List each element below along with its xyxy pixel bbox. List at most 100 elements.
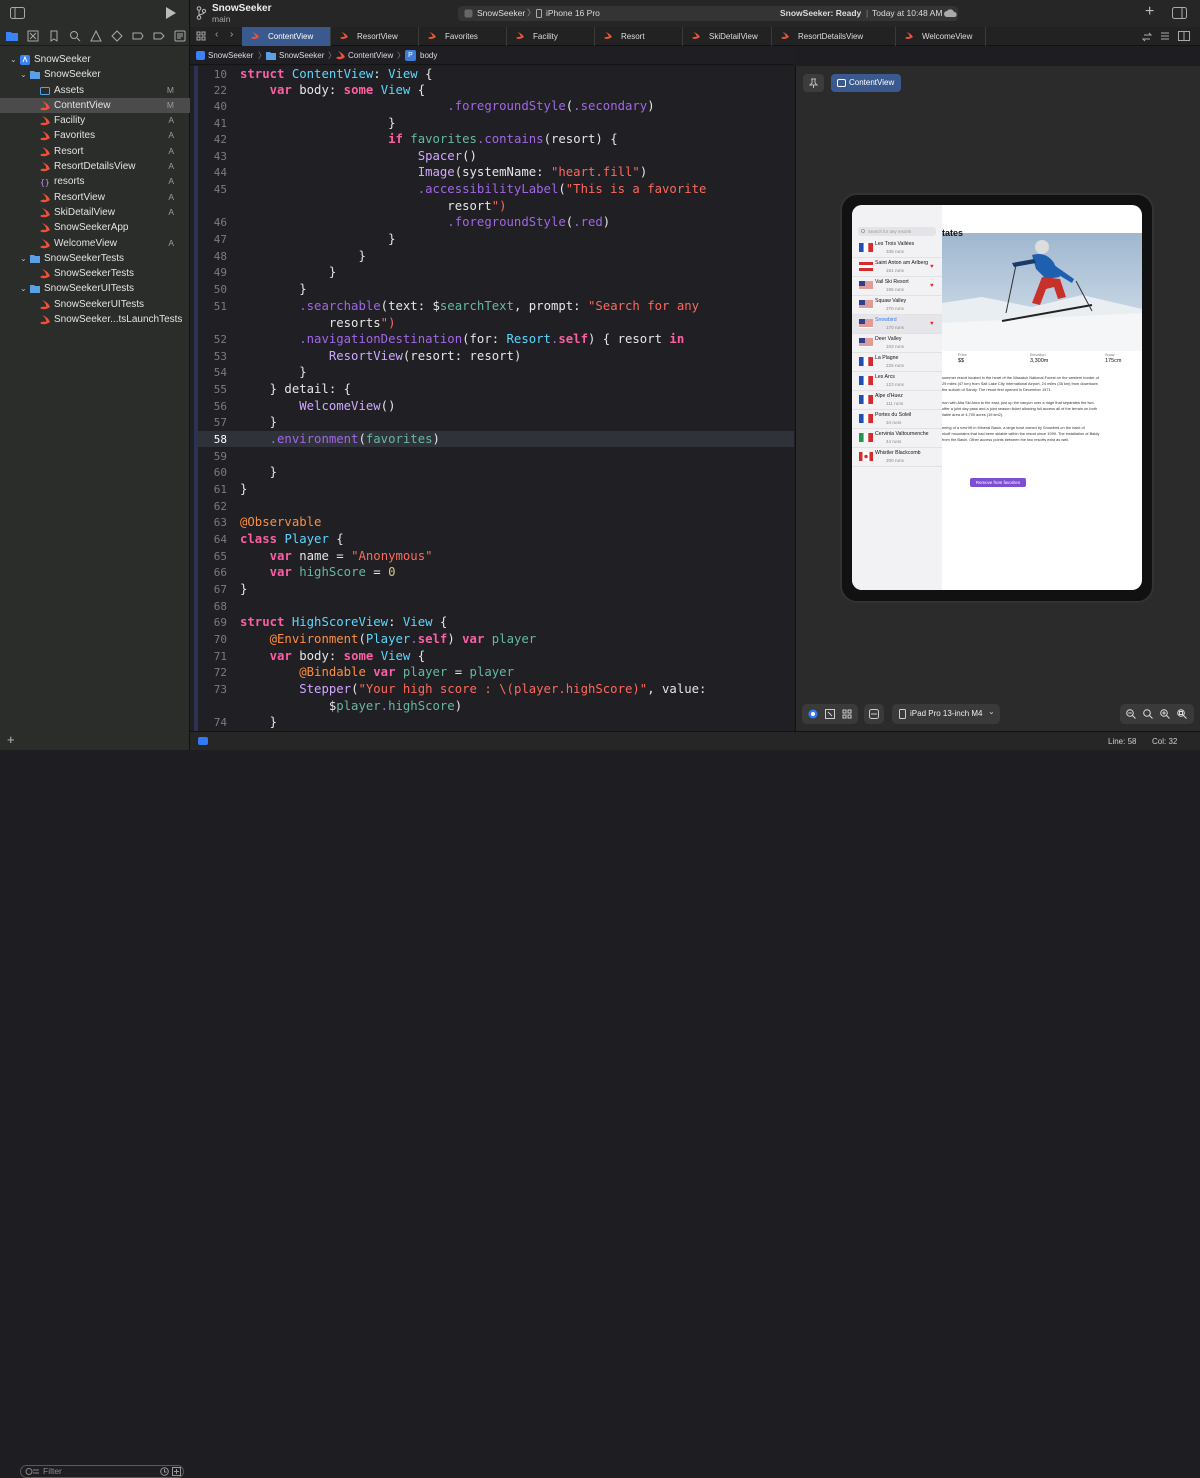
report-icon[interactable] [174, 30, 187, 43]
resort-row[interactable]: Snowbird 170 runs ♥ [852, 315, 942, 334]
editor-options-icon[interactable] [1160, 31, 1170, 41]
tree-row[interactable]: SkiDetailView A [0, 205, 190, 220]
zoom-out-icon[interactable] [1126, 709, 1136, 719]
tree-row[interactable]: Assets M [0, 83, 190, 98]
tree-row[interactable]: WelcomeView A [0, 236, 190, 251]
disclosure-chevron-icon[interactable]: ⌄ [20, 281, 27, 296]
code-line[interactable]: .accessibilityLabel("This is a favorite [240, 182, 707, 196]
code-line[interactable]: .searchable(text: $searchText, prompt: "… [240, 299, 699, 313]
code-line[interactable]: $player.highScore) [240, 699, 462, 713]
live-mode-icon[interactable] [808, 709, 818, 719]
code-line[interactable]: @Observable [240, 515, 321, 529]
tree-row[interactable]: ⌄ SnowSeekerTests [0, 251, 190, 266]
zoom-fit-icon[interactable] [1177, 709, 1187, 719]
editor-tab[interactable]: Facility [507, 27, 595, 46]
tree-row[interactable]: ⌄ SnowSeekerUITests [0, 281, 190, 296]
resort-row[interactable]: Portes du Soleil 34 runs [852, 410, 942, 429]
refresh-icon[interactable] [1142, 32, 1152, 42]
code-line[interactable]: var name = "Anonymous" [240, 549, 433, 563]
remove-favorites-button[interactable]: Remove from favorites [970, 478, 1026, 487]
debug-area-toggle-icon[interactable] [198, 737, 208, 745]
pin-button[interactable] [803, 74, 824, 92]
project-name[interactable]: SnowSeeker [212, 3, 271, 14]
modified-filter-icon[interactable] [172, 1467, 181, 1476]
code-line[interactable]: WelcomeView() [240, 399, 395, 413]
zoom-in-icon[interactable] [1160, 709, 1170, 719]
code-line[interactable]: var body: some View { [240, 83, 426, 97]
resort-row[interactable]: Cervinia Valtournenche 44 runs [852, 429, 942, 448]
editor-tab[interactable]: WelcomeView [896, 27, 986, 46]
code-line[interactable]: .environment(favorites) [240, 432, 440, 446]
variants-icon[interactable] [842, 709, 852, 719]
code-line[interactable]: } [240, 116, 395, 130]
tree-row[interactable]: ResortDetailsView A [0, 159, 190, 174]
selectable-mode-icon[interactable] [825, 709, 835, 719]
editor-tab[interactable]: Resort [595, 27, 683, 46]
inspector-toggle-icon[interactable] [1172, 7, 1187, 19]
code-line[interactable]: Stepper("Your high score : \(player.high… [240, 682, 706, 696]
issue-icon[interactable] [90, 30, 103, 43]
code-line[interactable]: } [240, 232, 395, 246]
code-line[interactable]: } detail: { [240, 382, 351, 396]
zoom-actual-icon[interactable] [1143, 709, 1153, 719]
code-line[interactable]: Image(systemName: "heart.fill") [240, 165, 648, 179]
code-line[interactable]: } [240, 582, 247, 596]
disclosure-chevron-icon[interactable]: ⌄ [10, 52, 17, 67]
disclosure-chevron-icon[interactable]: ⌄ [20, 251, 27, 266]
tree-row[interactable]: {} resorts A [0, 174, 190, 189]
resort-row[interactable]: Les Trois Vallées 335 runs [852, 239, 942, 258]
editor-tab[interactable]: ResortView [331, 27, 419, 46]
code-line[interactable]: } [240, 265, 336, 279]
editor-tab[interactable]: ContentView [242, 27, 331, 46]
project-navigator-icon[interactable] [6, 30, 19, 43]
breadcrumb-project[interactable]: SnowSeeker [208, 46, 253, 65]
code-line[interactable]: if favorites.contains(resort) { [240, 132, 618, 146]
code-line[interactable]: } [240, 465, 277, 479]
bookmark-icon[interactable] [48, 30, 61, 43]
split-editor-icon[interactable] [1178, 31, 1190, 41]
code-line[interactable]: @Environment(Player.self) var player [240, 632, 537, 646]
editor-tab[interactable]: Favorites [419, 27, 507, 46]
debug-icon[interactable] [132, 30, 145, 43]
device-picker[interactable]: iPad Pro 13-inch M4 ⌄ [892, 704, 1000, 724]
scheme-name[interactable]: SnowSeeker [477, 6, 525, 21]
code-line[interactable]: resort") [240, 199, 506, 213]
code-line[interactable]: Spacer() [240, 149, 477, 163]
breadcrumb-symbol[interactable]: body [420, 46, 437, 65]
resort-row[interactable]: Whistler Blackcomb 200 runs [852, 448, 942, 467]
tree-row[interactable]: Favorites A [0, 128, 190, 143]
code-line[interactable]: } [240, 365, 306, 379]
breakpoint-icon[interactable] [153, 30, 166, 43]
resort-row[interactable]: Les Arcs 123 runs [852, 372, 942, 391]
editor-tab[interactable]: SkiDetailView [683, 27, 772, 46]
resort-row[interactable]: Saint Anton am Arlberg 161 runs ♥ [852, 258, 942, 277]
tree-row[interactable]: SnowSeekerApp [0, 220, 190, 235]
code-line[interactable]: } [240, 715, 277, 729]
code-line[interactable]: .navigationDestination(for: Resort.self)… [240, 332, 684, 346]
back-icon[interactable]: ‹ [215, 29, 218, 40]
code-line[interactable]: struct HighScoreView: View { [240, 615, 447, 629]
resort-search-field[interactable]: Search for any resorts [858, 227, 936, 236]
code-line[interactable]: } [240, 482, 247, 496]
source-control-icon[interactable] [27, 30, 40, 43]
forward-icon[interactable]: › [230, 29, 233, 40]
code-line[interactable]: @Bindable var player = player [240, 665, 514, 679]
add-icon[interactable]: + [7, 732, 15, 747]
code-line[interactable]: } [240, 249, 365, 263]
tree-row[interactable]: ContentView M [0, 97, 190, 114]
tree-row[interactable]: ⌄ SnowSeeker [0, 67, 190, 82]
recent-icon[interactable] [160, 1467, 169, 1476]
code-line[interactable]: struct ContentView: View { [240, 67, 433, 81]
run-icon[interactable] [165, 7, 176, 19]
code-line[interactable]: } [240, 415, 277, 429]
tree-row[interactable]: SnowSeekerUITests [0, 297, 190, 312]
code-line[interactable]: .foregroundStyle(.red) [240, 215, 610, 229]
grid-icon[interactable] [196, 31, 206, 41]
tree-row[interactable]: SnowSeeker...tsLaunchTests [0, 312, 190, 327]
resort-row[interactable]: Alpe d'Huez 111 runs [852, 391, 942, 410]
code-line[interactable]: resorts") [240, 316, 396, 330]
breadcrumb-file[interactable]: ContentView [348, 46, 393, 65]
sidebar-toggle-icon[interactable] [10, 7, 25, 19]
code-line[interactable]: class Player { [240, 532, 344, 546]
run-destination[interactable]: iPhone 16 Pro [546, 6, 600, 21]
